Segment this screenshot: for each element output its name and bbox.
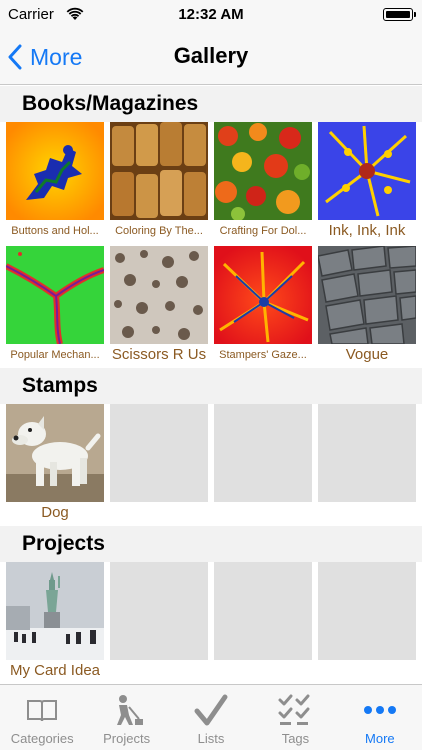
item-caption: Buttons and Hol... bbox=[11, 225, 99, 237]
gallery-item[interactable]: Ink, Ink, Ink bbox=[318, 122, 416, 244]
gallery-item[interactable]: My Card Idea bbox=[6, 562, 104, 684]
empty-slot bbox=[318, 562, 416, 684]
item-caption: Dog bbox=[41, 504, 69, 521]
worker-icon bbox=[116, 695, 143, 725]
empty-slot bbox=[214, 404, 312, 526]
tab-categories[interactable]: Categories bbox=[0, 685, 84, 750]
thumbnail-image bbox=[6, 122, 104, 220]
section-header-books-magazines: Books/Magazines bbox=[0, 86, 422, 122]
gallery-item[interactable]: Vogue bbox=[318, 246, 416, 368]
tab-label: Categories bbox=[10, 731, 74, 746]
thumbnail-image bbox=[318, 122, 416, 220]
gallery-item[interactable]: Dog bbox=[6, 404, 104, 526]
more-dots-icon bbox=[363, 706, 396, 714]
gallery-item[interactable]: Scissors R Us bbox=[110, 246, 208, 368]
item-caption: Popular Mechan... bbox=[10, 349, 100, 361]
thumbnail-image bbox=[110, 246, 208, 344]
section-header-stamps: Stamps bbox=[0, 368, 422, 404]
gallery-item[interactable]: Crafting For Dol... bbox=[214, 122, 312, 244]
empty-slot bbox=[110, 404, 208, 526]
item-caption: Ink, Ink, Ink bbox=[328, 222, 406, 239]
clock: 12:32 AM bbox=[178, 6, 244, 23]
thumbnail-image bbox=[318, 246, 416, 344]
item-caption: Scissors R Us bbox=[111, 346, 207, 363]
thumbnail-image bbox=[6, 562, 104, 660]
empty-slot bbox=[318, 404, 416, 526]
tab-more[interactable]: More bbox=[338, 685, 422, 750]
book-icon bbox=[27, 700, 58, 722]
tab-label: Projects bbox=[103, 731, 151, 746]
tab-bar: Categories Projects Lists Tags More bbox=[0, 684, 422, 750]
thumbnail-image bbox=[214, 122, 312, 220]
item-caption: Coloring By The... bbox=[115, 225, 203, 237]
stamps-grid: Dog bbox=[0, 404, 422, 526]
item-caption: Stampers' Gaze... bbox=[219, 349, 307, 361]
page-title: Gallery bbox=[173, 43, 249, 68]
gallery-item[interactable]: Buttons and Hol... bbox=[6, 122, 104, 244]
item-caption: Vogue bbox=[345, 346, 389, 363]
status-bar: Carrier 12:32 AM bbox=[0, 0, 422, 30]
section-header-projects: Projects bbox=[0, 526, 422, 562]
checkmark-icon bbox=[194, 694, 228, 726]
item-caption: My Card Idea bbox=[9, 662, 101, 679]
gallery-item[interactable]: Popular Mechan... bbox=[6, 246, 104, 368]
empty-slot bbox=[214, 562, 312, 684]
thumbnail-image bbox=[6, 404, 104, 502]
item-caption: Crafting For Dol... bbox=[219, 225, 307, 237]
gallery-content[interactable]: Books/Magazines Buttons and Hol... Color… bbox=[0, 86, 422, 684]
tab-lists[interactable]: Lists bbox=[169, 685, 253, 750]
tab-projects[interactable]: Projects bbox=[84, 685, 168, 750]
thumbnail-image bbox=[214, 246, 312, 344]
tab-label: Lists bbox=[197, 731, 225, 746]
navigation-bar: More Gallery bbox=[0, 30, 422, 85]
tab-label: More bbox=[365, 731, 395, 746]
thumbnail-image bbox=[110, 122, 208, 220]
tab-tags[interactable]: Tags bbox=[253, 685, 337, 750]
gallery-item[interactable]: Stampers' Gaze... bbox=[214, 246, 312, 368]
empty-slot bbox=[110, 562, 208, 684]
gallery-item[interactable]: Coloring By The... bbox=[110, 122, 208, 244]
tab-label: Tags bbox=[281, 731, 310, 746]
books-magazines-grid: Buttons and Hol... Coloring By The... Cr… bbox=[0, 122, 422, 368]
projects-grid: My Card Idea bbox=[0, 562, 422, 684]
thumbnail-image bbox=[6, 246, 104, 344]
battery-icon bbox=[383, 8, 416, 21]
checklist-icon bbox=[278, 694, 310, 725]
